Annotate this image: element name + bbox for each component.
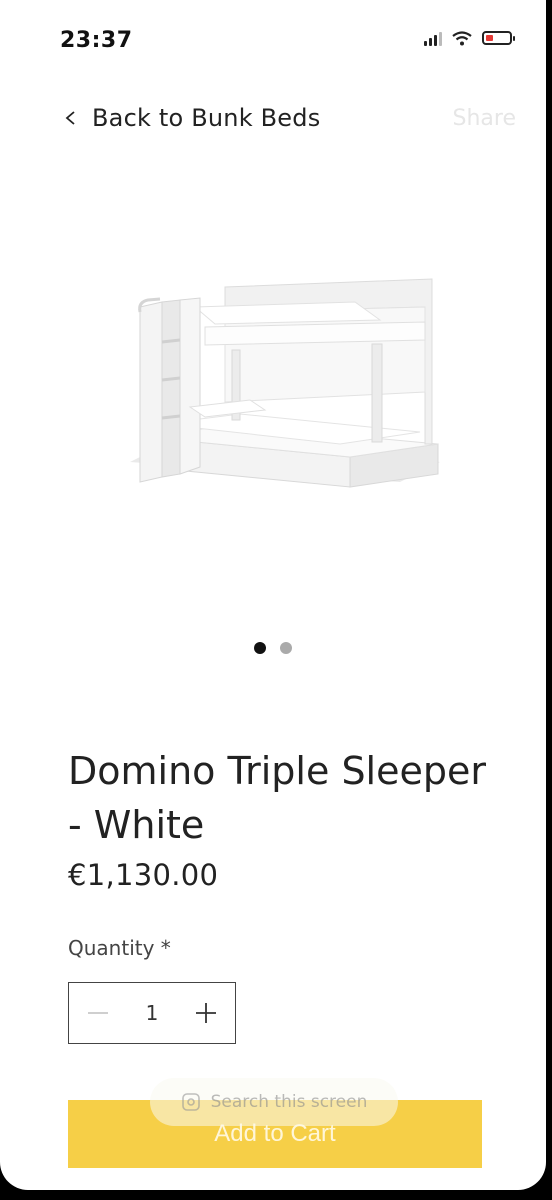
back-to-bunk-beds-link[interactable]: Back to Bunk Beds [64, 104, 320, 132]
signal-icon [424, 30, 442, 46]
bunk-bed-image[interactable] [100, 262, 450, 512]
app-screen: 23:37 Back to Bunk Beds Share Domino Tri… [0, 0, 546, 1190]
lens-search-icon [181, 1093, 200, 1111]
increase-quantity-button[interactable] [189, 996, 223, 1030]
product-title: Domino Triple Sleeper - White [68, 749, 486, 847]
top-nav: Back to Bunk Beds Share [64, 100, 516, 136]
search-overlay-label: Search this screen [210, 1092, 368, 1112]
minus-icon [88, 1012, 108, 1014]
chevron-left-icon [65, 111, 75, 125]
wifi-icon [452, 30, 472, 45]
status-time: 23:37 [60, 28, 133, 53]
product-price: €1,130.00 [68, 858, 219, 892]
quantity-stepper: 1 [68, 982, 236, 1044]
plus-icon [195, 1003, 216, 1023]
back-link-label: Back to Bunk Beds [92, 104, 321, 132]
share-button[interactable]: Share [453, 106, 517, 131]
quantity-value[interactable]: 1 [146, 1001, 159, 1025]
decrease-quantity-button[interactable] [81, 996, 115, 1030]
battery-icon [482, 31, 515, 45]
pager-dot-2[interactable] [280, 642, 292, 654]
quantity-label: Quantity * [68, 936, 171, 960]
status-icons [424, 30, 515, 46]
pager-dot-1[interactable] [254, 642, 266, 654]
image-pager [254, 642, 292, 654]
search-this-screen-button[interactable]: Search this screen [150, 1078, 398, 1126]
battery-level [486, 35, 493, 41]
